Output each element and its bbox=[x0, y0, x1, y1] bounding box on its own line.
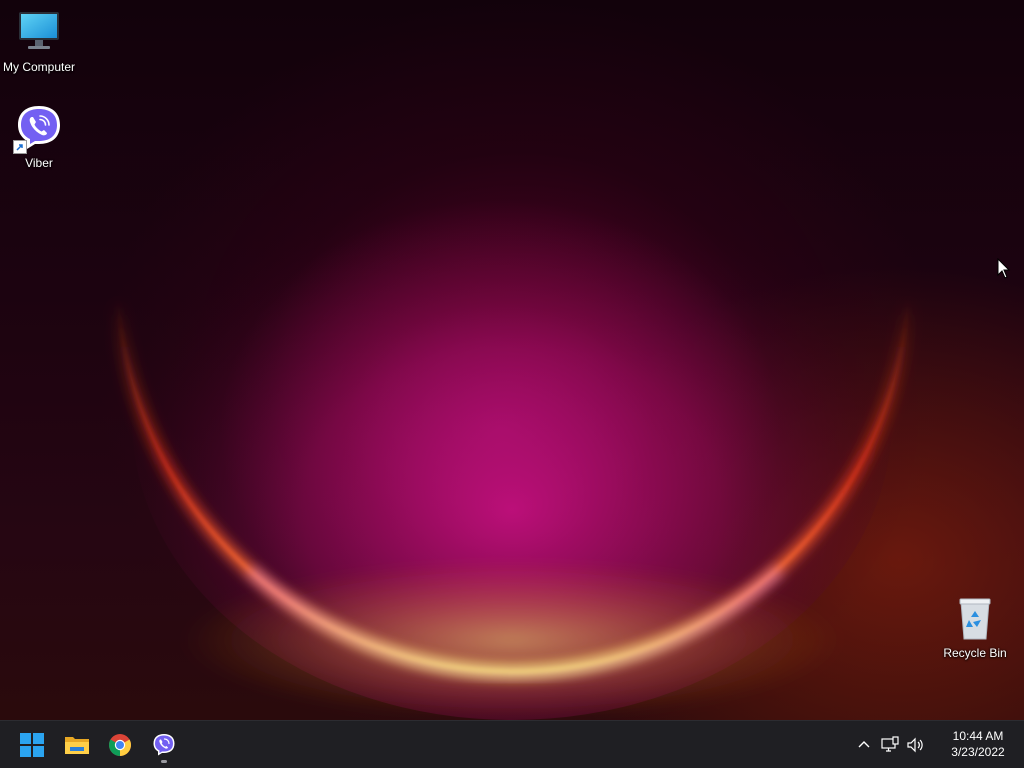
start-button[interactable] bbox=[12, 725, 52, 765]
viber-icon bbox=[13, 104, 63, 154]
system-tray: 10:44 AM 3/23/2022 bbox=[854, 721, 1024, 769]
chrome-button[interactable] bbox=[100, 725, 140, 765]
network-icon[interactable] bbox=[880, 735, 900, 755]
volume-icon[interactable] bbox=[906, 735, 926, 755]
viber-icon bbox=[153, 734, 175, 756]
clock-date: 3/23/2022 bbox=[951, 745, 1005, 759]
clock-time: 10:44 AM bbox=[952, 729, 1004, 743]
wallpaper bbox=[112, 120, 914, 720]
folder-icon bbox=[65, 737, 89, 754]
recycle-bin-icon bbox=[951, 594, 999, 642]
desktop-icon-label: My Computer bbox=[2, 60, 76, 74]
viber-taskbar-button[interactable] bbox=[144, 725, 184, 765]
desktop-icon-recycle-bin[interactable]: Recycle Bin bbox=[935, 594, 1015, 660]
desktop-icon-label: Viber bbox=[25, 156, 53, 170]
desktop-icon-viber[interactable]: Viber bbox=[0, 104, 79, 170]
monitor-icon bbox=[15, 8, 63, 56]
desktop-icon-label: Recycle Bin bbox=[943, 646, 1007, 660]
file-explorer-button[interactable] bbox=[56, 725, 96, 765]
desktop: My Computer Viber Recycle Bin bbox=[0, 0, 1024, 720]
windows-logo-icon bbox=[20, 733, 44, 757]
running-indicator bbox=[161, 760, 167, 763]
desktop-icon-my-computer[interactable]: My Computer bbox=[0, 8, 79, 74]
taskbar: 10:44 AM 3/23/2022 bbox=[0, 720, 1024, 768]
chrome-icon bbox=[109, 734, 131, 756]
shortcut-arrow-icon bbox=[13, 140, 27, 154]
mouse-cursor-icon bbox=[997, 257, 1011, 280]
chevron-up-icon[interactable] bbox=[854, 735, 874, 755]
clock[interactable]: 10:44 AM 3/23/2022 bbox=[936, 728, 1020, 760]
